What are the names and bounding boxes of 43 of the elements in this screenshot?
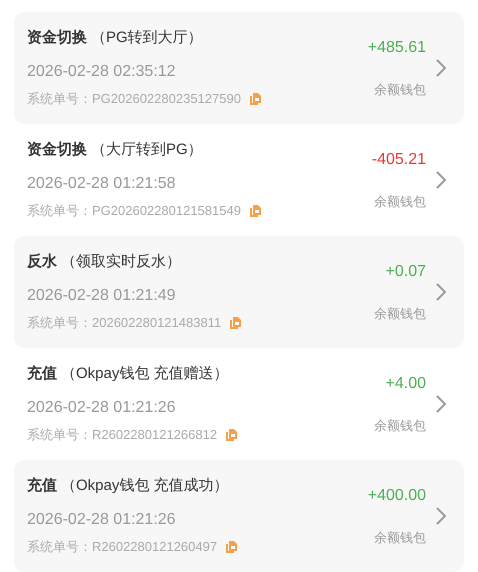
chevron-right-icon: [436, 283, 446, 301]
record-detail: （领取实时反水）: [61, 252, 181, 272]
record-type: 充值: [27, 364, 57, 384]
chevron-right-icon: [436, 59, 446, 77]
chevron-right-icon: [436, 171, 446, 189]
chevron-right-icon: [436, 507, 446, 525]
order-number: 系统单号：202602280121483811: [27, 314, 222, 332]
wallet-label: 余额钱包: [374, 529, 426, 548]
wallet-label: 余额钱包: [374, 81, 426, 100]
record-time: 2026-02-28 01:21:26: [27, 511, 176, 528]
amount: +0.07: [386, 262, 426, 282]
copy-icon[interactable]: [226, 429, 238, 441]
record-time: 2026-02-28 02:35:12: [27, 63, 176, 80]
record-card[interactable]: 充值 （Okpay钱包 充值成功） 2026-02-28 01:21:26 系统单号：R2602280121260497 +400.00 余额钱包: [14, 460, 464, 572]
chevron-right-icon: [436, 395, 446, 413]
record-detail: （PG转到大厅）: [91, 28, 203, 48]
record-card[interactable]: 反水 （领取实时反水） 2026-02-28 01:21:49 系统单号：202602280121483811 +0.07 余额钱包: [14, 236, 464, 348]
record-time: 2026-02-28 01:21:49: [27, 287, 176, 304]
copy-icon[interactable]: [250, 93, 261, 105]
order-number: 系统单号：PG202602280121581549: [27, 202, 241, 220]
copy-icon[interactable]: [250, 205, 261, 217]
record-type: 资金切换: [27, 140, 87, 160]
record-type: 资金切换: [27, 28, 87, 48]
amount: -405.21: [372, 150, 426, 170]
order-number: 系统单号：PG202602280235127590: [27, 90, 241, 108]
order-number: 系统单号：R2602280121260497: [27, 538, 218, 556]
record-time: 2026-02-28 01:21:26: [27, 399, 176, 416]
wallet-label: 余额钱包: [374, 305, 426, 324]
amount: +4.00: [386, 374, 426, 394]
amount: +400.00: [368, 486, 426, 506]
record-detail: （Okpay钱包 充值成功）: [61, 476, 229, 496]
record-time: 2026-02-28 01:21:58: [27, 175, 176, 192]
record-type: 充值: [27, 476, 57, 496]
record-card[interactable]: 资金切换 （PG转到大厅） 2026-02-28 02:35:12 系统单号：PG202602280235127590 +485.61 余额钱包: [14, 12, 464, 124]
record-detail: （Okpay钱包 充值赠送）: [61, 364, 229, 384]
amount: +485.61: [368, 38, 426, 58]
order-number: 系统单号：R2602280121266812: [27, 426, 218, 444]
wallet-label: 余额钱包: [374, 417, 426, 436]
copy-icon[interactable]: [226, 541, 238, 553]
record-type: 反水: [27, 252, 57, 272]
copy-icon[interactable]: [230, 317, 242, 329]
record-detail: （大厅转到PG）: [91, 140, 203, 160]
wallet-label: 余额钱包: [374, 193, 426, 212]
